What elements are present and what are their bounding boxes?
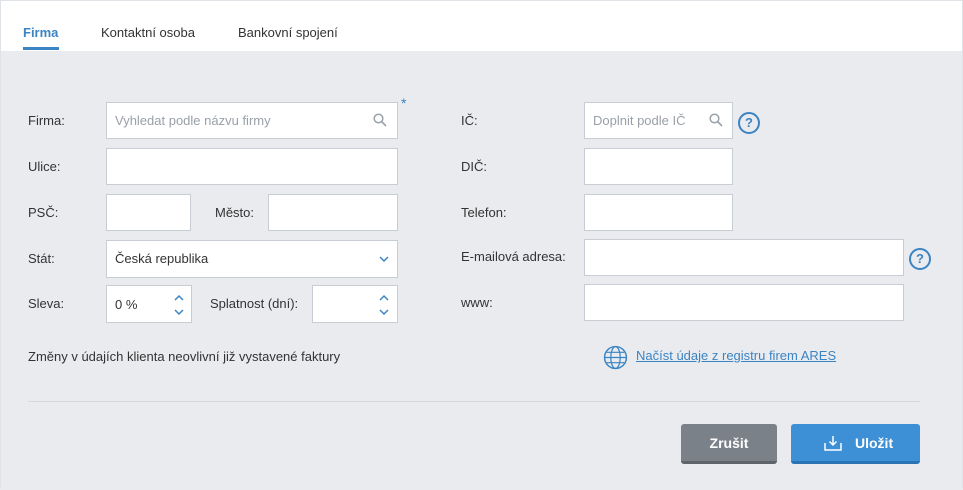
chevron-down-icon[interactable] xyxy=(379,308,389,316)
cancel-button-label: Zrušit xyxy=(709,435,749,451)
www-input[interactable] xyxy=(584,284,904,321)
telefon-label: Telefon: xyxy=(461,205,507,220)
tab-kontaktni-osoba[interactable]: Kontaktní osoba xyxy=(101,25,195,40)
save-button[interactable]: Uložit xyxy=(791,424,920,464)
tab-firma[interactable]: Firma xyxy=(23,25,58,40)
stat-selected-value: Česká republika xyxy=(115,251,209,266)
dic-label: DIČ: xyxy=(461,159,487,174)
splatnost-stepper[interactable] xyxy=(312,285,398,323)
download-icon xyxy=(824,436,842,451)
ulice-input[interactable] xyxy=(106,148,398,185)
help-icon[interactable]: ? xyxy=(909,248,931,270)
www-label: www: xyxy=(461,295,493,310)
ic-label: IČ: xyxy=(461,113,478,128)
splatnost-label: Splatnost (dní): xyxy=(210,296,299,311)
chevron-down-icon[interactable] xyxy=(379,255,389,263)
mesto-label: Město: xyxy=(215,205,255,220)
search-icon[interactable] xyxy=(709,113,723,127)
email-label: E-mailová adresa: xyxy=(461,249,566,264)
help-icon[interactable]: ? xyxy=(738,112,760,134)
active-tab-indicator xyxy=(23,47,59,50)
sleva-stepper[interactable]: 0 % xyxy=(106,285,192,323)
ulice-label: Ulice: xyxy=(28,159,61,174)
chevron-down-icon[interactable] xyxy=(174,308,184,316)
stat-select[interactable]: Česká republika xyxy=(106,240,398,278)
tab-bar: Firma Kontaktní osoba Bankovní spojení xyxy=(0,0,963,51)
telefon-input[interactable] xyxy=(584,194,733,231)
globe-icon[interactable] xyxy=(603,345,628,370)
ares-link[interactable]: Načíst údaje z registru firem ARES xyxy=(636,348,836,363)
sleva-value: 0 % xyxy=(115,297,138,312)
cancel-button[interactable]: Zrušit xyxy=(681,424,777,464)
save-button-label: Uložit xyxy=(855,435,894,451)
psc-label: PSČ: xyxy=(28,205,59,220)
info-note: Změny v údajích klienta neovlivní již vy… xyxy=(28,349,341,364)
required-marker: * xyxy=(401,95,407,111)
dic-input[interactable] xyxy=(584,148,733,185)
firma-label: Firma: xyxy=(28,113,65,128)
sleva-label: Sleva: xyxy=(28,296,65,311)
mesto-input[interactable] xyxy=(268,194,398,231)
email-input[interactable] xyxy=(584,239,904,276)
search-icon[interactable] xyxy=(373,113,387,127)
chevron-up-icon[interactable] xyxy=(379,294,389,302)
psc-input[interactable] xyxy=(106,194,191,231)
firma-search-input[interactable] xyxy=(106,102,398,139)
stat-label: Stát: xyxy=(28,251,55,266)
divider xyxy=(28,401,920,402)
chevron-up-icon[interactable] xyxy=(174,294,184,302)
tab-bankovni-spojeni[interactable]: Bankovní spojení xyxy=(238,25,338,40)
